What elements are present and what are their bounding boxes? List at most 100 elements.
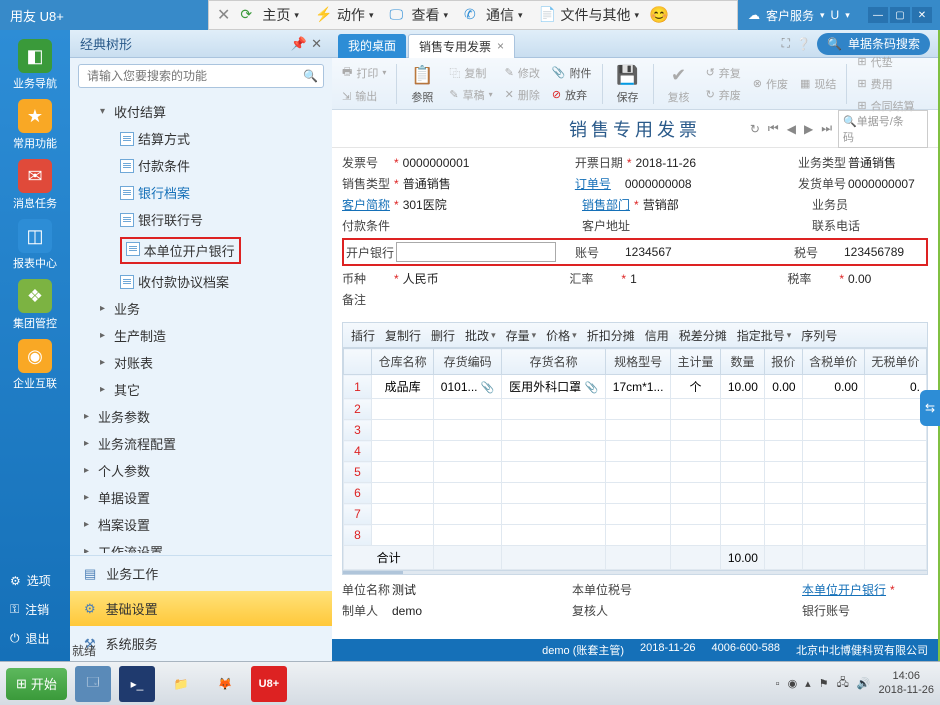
menu-action[interactable]: ⚡动作▾ bbox=[309, 3, 380, 27]
tree-node-danju[interactable]: ▸单据设置 bbox=[70, 484, 332, 511]
nav-prev-icon[interactable]: ◀ bbox=[785, 122, 798, 136]
tree-node-liucheng[interactable]: ▸业务流程配置 bbox=[70, 430, 332, 457]
expand-icon[interactable]: ⛶ bbox=[782, 36, 790, 51]
btn-delete[interactable]: ✕删除 bbox=[501, 85, 544, 105]
paperclip-icon[interactable]: 📎 bbox=[481, 382, 495, 394]
btn-insert-row[interactable]: 插行 bbox=[351, 327, 375, 344]
task-powershell-icon[interactable]: ▸_ bbox=[119, 666, 155, 702]
btn-qifei[interactable]: ↻弃废 bbox=[702, 85, 745, 105]
btn-jiage[interactable]: 价格▾ bbox=[546, 327, 577, 344]
btn-del-row[interactable]: 删行 bbox=[431, 327, 455, 344]
table-row[interactable]: 8 bbox=[344, 525, 927, 546]
btn-audit[interactable]: ✔复核 bbox=[660, 61, 698, 107]
tray-sound-icon[interactable]: 🔊 bbox=[857, 677, 871, 690]
task-explorer-icon[interactable]: 🗔 bbox=[75, 666, 111, 702]
table-row[interactable]: 6 bbox=[344, 483, 927, 504]
btn-xinyong[interactable]: 信用 bbox=[645, 327, 669, 344]
paperclip-icon[interactable]: 📎 bbox=[585, 382, 599, 394]
btn-copy[interactable]: ⿻复制 bbox=[445, 63, 496, 83]
u-menu[interactable]: U bbox=[831, 8, 840, 22]
table-row[interactable]: 1 成品库 0101... 📎 医用外科口罩 📎 17cm*1... 个 10.… bbox=[344, 375, 927, 399]
btn-zuofei[interactable]: ⊗作废 bbox=[749, 74, 792, 94]
btn-feiyong[interactable]: ⊞费用 bbox=[853, 74, 918, 94]
tree-node-kaihuyinhang[interactable]: 本单位开户银行 bbox=[70, 233, 332, 268]
menu-view[interactable]: 🖵查看▾ bbox=[383, 3, 454, 27]
maximize-button[interactable]: ▢ bbox=[890, 7, 910, 23]
btn-output[interactable]: ⇲输出 bbox=[338, 86, 390, 106]
tray-icon[interactable]: ▫ bbox=[776, 678, 780, 690]
tree-node-yewucanshu[interactable]: ▸业务参数 bbox=[70, 403, 332, 430]
nav-refresh-icon[interactable]: ↻ bbox=[748, 122, 762, 136]
tab-invoice[interactable]: 销售专用发票× bbox=[408, 34, 515, 58]
data-grid[interactable]: 仓库名称 存货编码 存货名称 规格型号 主计量 数量 报价 含税单价 无税单价 … bbox=[343, 348, 927, 570]
tree-node-shengchan[interactable]: ▸生产制造 bbox=[70, 322, 332, 349]
tree-node-gongzuoliu[interactable]: ▸工作流设置 bbox=[70, 538, 332, 553]
task-firefox-icon[interactable]: 🦊 bbox=[207, 666, 243, 702]
task-u8-icon[interactable]: U8+ bbox=[251, 666, 287, 702]
tree-node-yinhang-dangan[interactable]: 银行档案 bbox=[70, 179, 332, 206]
doc-number-search[interactable]: 🔍单据号/条码 bbox=[838, 110, 928, 148]
footer-jichu[interactable]: ⚙基础设置 bbox=[70, 591, 332, 626]
tree-node-fukuan[interactable]: 付款条件 bbox=[70, 152, 332, 179]
link-customer[interactable]: 客户简称 bbox=[342, 196, 390, 213]
btn-copy-row[interactable]: 复制行 bbox=[385, 327, 421, 344]
tree-node-shoufuxieyi[interactable]: 收付款协议档案 bbox=[70, 268, 332, 295]
link-order[interactable]: 订单号 bbox=[575, 175, 623, 192]
btn-discard[interactable]: ⊘放弃 bbox=[548, 85, 596, 105]
btn-print[interactable]: 🖶打印▾ bbox=[338, 61, 390, 84]
nav-report[interactable]: ◫报表中心 bbox=[8, 218, 62, 272]
start-button[interactable]: ⊞开始 bbox=[6, 668, 67, 700]
nav-exit[interactable]: ⏻退出 bbox=[0, 624, 70, 653]
nav-options[interactable]: ⚙选项 bbox=[0, 566, 70, 595]
input-bank[interactable] bbox=[396, 242, 556, 262]
menu-comm[interactable]: ✆通信▾ bbox=[458, 3, 529, 27]
nav-first-icon[interactable]: ⏮ bbox=[766, 121, 781, 136]
tree-node-dangan[interactable]: ▸档案设置 bbox=[70, 511, 332, 538]
close-icon[interactable]: ✕ bbox=[217, 5, 230, 25]
btn-qifu[interactable]: ↺弃复 bbox=[702, 63, 745, 83]
tree-node-duizhang[interactable]: ▸对账表 bbox=[70, 349, 332, 376]
btn-xianjie[interactable]: ▦现结 bbox=[796, 74, 840, 94]
btn-batch[interactable]: 批改▾ bbox=[465, 327, 496, 344]
nav-common[interactable]: ★常用功能 bbox=[8, 98, 62, 152]
float-side-tab[interactable]: ⇆ bbox=[920, 390, 940, 426]
table-row[interactable]: 3 bbox=[344, 420, 927, 441]
footer-yewu[interactable]: ▤业务工作 bbox=[70, 556, 332, 591]
panel-close-icon[interactable]: ✕ bbox=[311, 36, 322, 52]
tree-node-geren[interactable]: ▸个人参数 bbox=[70, 457, 332, 484]
tray-clock[interactable]: 14:062018-11-26 bbox=[879, 670, 934, 696]
nav-msg[interactable]: ✉消息任务 bbox=[8, 158, 62, 212]
tree-node-jiesuan[interactable]: 结算方式 bbox=[70, 125, 332, 152]
tab-desktop[interactable]: 我的桌面 bbox=[338, 34, 406, 58]
nav-last-icon[interactable]: ⏭ bbox=[819, 121, 834, 136]
link-company-bank[interactable]: 本单位开户银行 bbox=[802, 581, 886, 598]
table-row[interactable]: 5 bbox=[344, 462, 927, 483]
nav-enterprise[interactable]: ◉企业互联 bbox=[8, 338, 62, 392]
tab-close-icon[interactable]: × bbox=[497, 39, 504, 53]
btn-zhidingph[interactable]: 指定批号▾ bbox=[737, 327, 792, 344]
tree-node-qita[interactable]: ▸其它 bbox=[70, 376, 332, 403]
tree-node-shoufu[interactable]: ▾收付结算 bbox=[70, 98, 332, 125]
menu-file[interactable]: 📄文件与其他▾ bbox=[533, 3, 646, 27]
nav-biz[interactable]: ◧业务导航 bbox=[8, 38, 62, 92]
btn-xuliehao[interactable]: 序列号 bbox=[801, 327, 837, 344]
tray-up-icon[interactable]: ▴ bbox=[805, 677, 811, 690]
customer-service-link[interactable]: 客户服务 bbox=[766, 7, 814, 24]
table-row[interactable]: 7 bbox=[344, 504, 927, 525]
nav-next-icon[interactable]: ▶ bbox=[802, 122, 815, 136]
tray-icon[interactable]: ◉ bbox=[788, 677, 798, 690]
search-icon[interactable]: 🔍 bbox=[303, 69, 318, 83]
btn-shuicha[interactable]: 税差分摊 bbox=[679, 327, 727, 344]
tree-node-lianhang[interactable]: 银行联行号 bbox=[70, 206, 332, 233]
link-dept[interactable]: 销售部门 bbox=[582, 196, 630, 213]
grid-scrollbar[interactable] bbox=[342, 571, 928, 575]
menu-home[interactable]: ⟳主页▾ bbox=[234, 3, 305, 27]
cloud-icon[interactable]: ☁ bbox=[748, 8, 760, 22]
btn-save[interactable]: 💾保存 bbox=[609, 61, 647, 107]
btn-cunliang[interactable]: 存量▾ bbox=[506, 327, 537, 344]
btn-attach[interactable]: 📎附件 bbox=[548, 63, 596, 83]
task-folder-icon[interactable]: 📁 bbox=[163, 666, 199, 702]
tray-flag-icon[interactable]: ⚑ bbox=[819, 677, 829, 690]
btn-zhekou[interactable]: 折扣分摊 bbox=[587, 327, 635, 344]
smiley-icon[interactable]: 😊 bbox=[649, 5, 669, 25]
